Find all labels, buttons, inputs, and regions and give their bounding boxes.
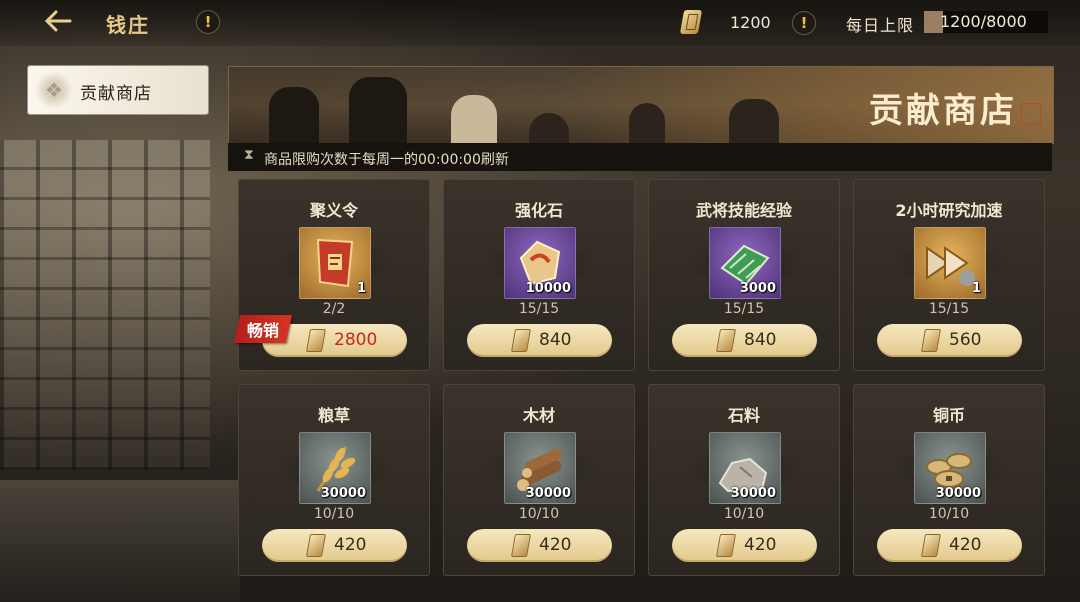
purchase-limit: 10/10 — [928, 506, 970, 522]
item-name: 铜币 — [932, 406, 965, 425]
item-name: 聚义令 — [309, 201, 358, 220]
background-floor — [0, 480, 240, 602]
item-price: 840 — [539, 330, 572, 350]
seal-stamp-icon — [1021, 103, 1041, 125]
item-quantity: 3000 — [739, 281, 776, 296]
wheat-icon[interactable]: 30000 — [299, 432, 371, 504]
bestseller-tag-label: 畅销 — [247, 321, 280, 340]
item-price: 420 — [539, 535, 572, 555]
item-name: 木材 — [522, 406, 555, 425]
bestseller-tag: 畅销 — [234, 315, 292, 343]
contribution-coin-icon — [305, 534, 327, 557]
item-price: 420 — [744, 535, 777, 555]
item-price: 560 — [949, 330, 982, 350]
sidebar-item-label: 贡献商店 — [80, 84, 152, 104]
item-name: 2小时研究加速 — [895, 201, 1003, 220]
top-bar — [0, 0, 1080, 46]
purchase-limit: 10/10 — [313, 506, 355, 522]
item-quantity: 30000 — [935, 486, 981, 501]
shop-item-card[interactable]: 粮草 30000 10/10 420 — [238, 384, 430, 576]
speedup-arrows-icon[interactable]: 1 — [914, 227, 986, 299]
purchase-limit: 15/15 — [723, 301, 765, 317]
refresh-notice: 商品限购次数于每周一的00:00:00刷新 — [264, 152, 509, 168]
contribution-coin-icon — [510, 329, 532, 352]
contribution-coin-icon — [920, 534, 942, 557]
shop-item-card[interactable]: 聚义令 1 2/2 2800 畅销 — [234, 179, 430, 371]
item-quantity: 30000 — [730, 486, 776, 501]
copper-coins-icon[interactable]: 30000 — [914, 432, 986, 504]
item-quantity: 30000 — [525, 486, 571, 501]
stone-icon[interactable]: 30000 — [709, 432, 781, 504]
item-price: 420 — [334, 535, 367, 555]
item-quantity: 1 — [971, 281, 981, 296]
shop-banner: 贡献商店 — [228, 66, 1054, 144]
currency-info-icon[interactable]: ! — [792, 11, 816, 35]
enhance-stone-icon[interactable]: 10000 — [504, 227, 576, 299]
item-quantity: 1 — [356, 281, 366, 296]
banner-title: 贡献商店 — [869, 91, 1017, 131]
buy-button[interactable]: 420 — [672, 529, 817, 562]
back-arrow-icon[interactable] — [40, 6, 84, 36]
item-price: 2800 — [334, 330, 378, 350]
buy-button[interactable]: 840 — [672, 324, 817, 357]
contribution-coin-icon — [510, 534, 532, 557]
buy-button[interactable]: 420 — [877, 529, 1022, 562]
shop-item-card[interactable]: 强化石 10000 15/15 840 — [443, 179, 635, 371]
currency-value: 1200 — [730, 13, 771, 32]
item-quantity: 10000 — [525, 281, 571, 296]
token-scroll-icon[interactable]: 1 — [299, 227, 371, 299]
purchase-limit: 10/10 — [723, 506, 765, 522]
buy-button[interactable]: 560 — [877, 324, 1022, 357]
shop-emblem-icon: ❖ — [34, 72, 74, 108]
purchase-limit: 15/15 — [518, 301, 560, 317]
hourglass-icon: ⧗ — [244, 147, 254, 163]
skill-book-icon[interactable]: 3000 — [709, 227, 781, 299]
background-window — [0, 140, 210, 470]
page-title: 钱庄 — [106, 13, 150, 37]
wood-logs-icon[interactable]: 30000 — [504, 432, 576, 504]
contribution-coin-icon — [715, 329, 737, 352]
item-name: 强化石 — [514, 201, 563, 220]
shop-item-card[interactable]: 武将技能经验 3000 15/15 840 — [648, 179, 840, 371]
buy-button[interactable]: 420 — [467, 529, 612, 562]
item-price: 420 — [949, 535, 982, 555]
contribution-coin-icon — [920, 329, 942, 352]
shop-grid: 聚义令 1 2/2 2800 畅销 强化石 10000 15/15 840 武将… — [234, 179, 1046, 579]
purchase-limit: 10/10 — [518, 506, 560, 522]
sidebar-item-contribution-shop[interactable]: ❖ 贡献商店 — [28, 66, 208, 114]
shop-item-card[interactable]: 木材 30000 10/10 420 — [443, 384, 635, 576]
contribution-coin-icon — [715, 534, 737, 557]
daily-limit-value: 1200/8000 — [940, 12, 1027, 31]
shop-item-card[interactable]: 铜币 30000 10/10 420 — [853, 384, 1045, 576]
shop-item-card[interactable]: 2小时研究加速 1 15/15 560 — [853, 179, 1045, 371]
buy-button[interactable]: 420 — [262, 529, 407, 562]
item-name: 粮草 — [317, 406, 350, 425]
item-name: 武将技能经验 — [695, 201, 792, 220]
item-quantity: 30000 — [320, 486, 366, 501]
daily-limit-label: 每日上限 — [846, 16, 915, 35]
item-name: 石料 — [727, 406, 760, 425]
contribution-coin-icon — [305, 329, 327, 352]
purchase-limit: 15/15 — [928, 301, 970, 317]
info-alert-icon[interactable]: ! — [196, 10, 220, 34]
shop-item-card[interactable]: 石料 30000 10/10 420 — [648, 384, 840, 576]
item-price: 840 — [744, 330, 777, 350]
buy-button[interactable]: 840 — [467, 324, 612, 357]
